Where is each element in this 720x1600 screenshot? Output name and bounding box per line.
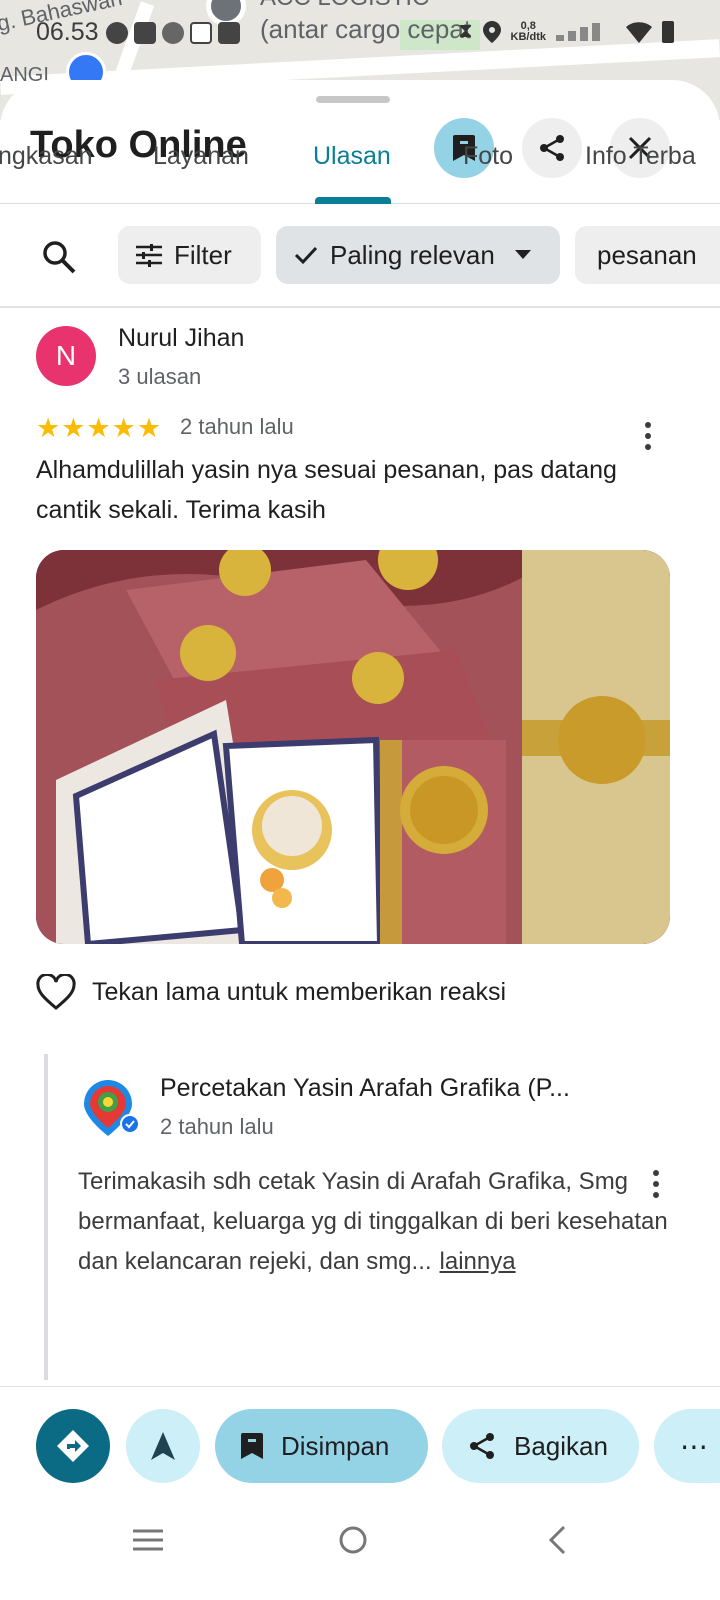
- reviewer-name[interactable]: Nurul Jihan: [118, 324, 244, 353]
- home-button[interactable]: [323, 1510, 383, 1570]
- tab-ulasan[interactable]: Ulasan: [313, 142, 391, 171]
- heart-icon: [36, 974, 76, 1010]
- owner-response-text: Terimakasih sdh cetak Yasin di Arafah Gr…: [78, 1162, 688, 1282]
- action-bar: Disimpan Bagikan ⋯: [0, 1386, 720, 1496]
- navigation-arrow-icon: [151, 1432, 175, 1460]
- review-filter-row: Filter Paling relevan pesanan: [0, 206, 720, 308]
- share-icon: [470, 1433, 494, 1459]
- start-navigation-button[interactable]: [126, 1409, 200, 1483]
- filter-chip[interactable]: Filter: [118, 226, 261, 284]
- more-dot: [645, 422, 651, 428]
- net-speed-value: 0,8: [520, 19, 536, 32]
- more-horizontal-icon: ⋯: [680, 1430, 710, 1462]
- saved-label: Disimpan: [281, 1430, 390, 1461]
- reaction-row[interactable]: Tekan lama untuk memberikan reaksi: [36, 974, 506, 1010]
- system-nav-bar: [0, 1496, 720, 1600]
- star-icon: ★: [36, 413, 61, 443]
- drag-handle[interactable]: [316, 96, 390, 103]
- star-icon: ★: [111, 413, 136, 443]
- star-icon: ★: [136, 413, 162, 443]
- mail-icon: [218, 22, 240, 44]
- signal-icon: [556, 22, 616, 41]
- directions-button[interactable]: [36, 1409, 110, 1483]
- owner-avatar[interactable]: [80, 1076, 140, 1136]
- tab-ringkasan[interactable]: ngkasan: [0, 142, 93, 171]
- review-time: 2 tahun lalu: [180, 414, 294, 439]
- location-icon: [482, 20, 501, 43]
- tab-layanan[interactable]: Layanan: [153, 142, 249, 171]
- filter-label: Filter: [174, 239, 232, 270]
- chevron-down-icon: [514, 250, 531, 259]
- reviewer-review-count: 3 ulasan: [118, 364, 202, 389]
- read-more-link[interactable]: lainnya: [440, 1248, 516, 1275]
- reaction-hint: Tekan lama untuk memberikan reaksi: [92, 977, 507, 1006]
- star-rating: ★ ★ ★ ★ ★: [36, 414, 161, 442]
- tab-bar: ngkasan Layanan Ulasan Foto Info Terba: [0, 128, 720, 204]
- net-speed-unit: KB/dtk: [510, 30, 546, 43]
- network-speed: 0,8 KB/dtk: [510, 19, 546, 43]
- saved-button[interactable]: Disimpan: [215, 1409, 428, 1483]
- star-icon: ★: [86, 413, 111, 443]
- home-circle-icon: [339, 1526, 367, 1554]
- nfc-icon: ⧗: [458, 20, 473, 42]
- business-logo-icon: [84, 1080, 140, 1136]
- owner-response-body: Terimakasih sdh cetak Yasin di Arafah Gr…: [78, 1168, 668, 1275]
- back-chevron-icon: [548, 1525, 566, 1555]
- keyword-label: pesanan: [597, 239, 697, 270]
- check-icon: [294, 246, 318, 265]
- tab-info-terbaru[interactable]: Info Terba: [585, 142, 696, 171]
- window-icon: [190, 22, 212, 44]
- app-icon: [134, 22, 156, 44]
- status-bar: 06.53 ⧗ 0,8 KB/dtk: [0, 10, 720, 54]
- system-icons: ⧗ 0,8 KB/dtk: [458, 19, 674, 43]
- reviewer-avatar[interactable]: N: [36, 326, 96, 386]
- directions-icon: [57, 1430, 89, 1462]
- owner-name[interactable]: Percetakan Yasin Arafah Grafika (P...: [160, 1074, 570, 1103]
- battery-icon: [662, 20, 674, 43]
- search-reviews-button[interactable]: [36, 234, 82, 280]
- more-dot: [645, 433, 651, 439]
- sort-label: Paling relevan: [330, 239, 495, 270]
- search-icon: [43, 241, 76, 274]
- back-button[interactable]: [527, 1510, 587, 1570]
- recent-apps-button[interactable]: [118, 1510, 178, 1570]
- star-icon: ★: [61, 413, 86, 443]
- more-actions-button[interactable]: ⋯: [654, 1409, 720, 1483]
- tune-icon: [136, 244, 162, 267]
- owner-response-divider: [44, 1054, 48, 1380]
- facebook-icon: [106, 22, 128, 44]
- tab-foto[interactable]: Foto: [463, 142, 513, 171]
- share-action-button[interactable]: Bagikan: [442, 1409, 639, 1483]
- share-label: Bagikan: [514, 1430, 608, 1461]
- wifi-icon: [626, 21, 652, 43]
- keyword-chip[interactable]: pesanan: [575, 226, 720, 284]
- threads-icon: [162, 22, 184, 44]
- bookmark-icon: [241, 1433, 263, 1459]
- tab-active-indicator: [315, 197, 391, 204]
- photo-image: [36, 550, 670, 944]
- sort-chip[interactable]: Paling relevan: [276, 226, 560, 284]
- review-text: Alhamdulillah yasin nya sesuai pesanan, …: [36, 456, 617, 524]
- review-photo[interactable]: [36, 550, 670, 944]
- owner-response-time: 2 tahun lalu: [160, 1114, 274, 1139]
- notification-icons: [106, 22, 240, 44]
- status-time: 06.53: [36, 18, 99, 46]
- menu-icon: [133, 1529, 163, 1551]
